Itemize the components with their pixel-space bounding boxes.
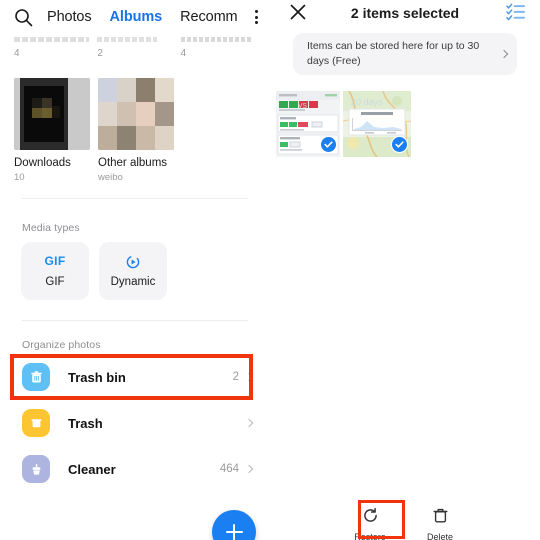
top-tab-bar: Photos Albums Recomm xyxy=(0,0,270,34)
chevron-right-icon xyxy=(244,372,254,382)
organize-row-trash-bin[interactable]: Trash bin 2 xyxy=(0,354,270,400)
trash-bin-icon xyxy=(22,363,50,391)
divider-organize xyxy=(22,320,248,321)
clipped-album-2[interactable]: 2 xyxy=(97,34,172,74)
chip-gif[interactable]: GIF GIF xyxy=(21,242,89,300)
organize-row-meta: 2 xyxy=(232,371,254,383)
select-all-checklist-icon[interactable] xyxy=(506,2,526,22)
restore-icon xyxy=(362,507,379,529)
selected-thumbnail-1[interactable]: ys xyxy=(276,91,340,157)
divider-media xyxy=(22,198,248,199)
album-count: 10 xyxy=(14,172,25,183)
album-card-other-albums[interactable]: Other albums weibo xyxy=(98,78,174,183)
bottom-action-bar: Restore Delete xyxy=(270,503,540,540)
album-thumbnail xyxy=(98,78,174,150)
chip-label: GIF xyxy=(45,276,65,288)
album-card-downloads[interactable]: Downloads 10 xyxy=(14,78,90,183)
trash-bin-selection-panel: 2 items selected Items can be stored her… xyxy=(270,0,540,540)
organize-label: Trash xyxy=(68,415,103,431)
clipped-album-1[interactable]: 4 xyxy=(14,34,90,74)
search-icon[interactable] xyxy=(14,8,33,27)
close-icon[interactable] xyxy=(288,2,308,22)
selection-header: 2 items selected xyxy=(270,0,540,26)
tab-photos[interactable]: Photos xyxy=(47,9,92,25)
more-options-icon[interactable] xyxy=(247,7,265,27)
app-root: Photos Albums Recomm 4 2 4 Downloads 10 … xyxy=(0,0,540,540)
cleaner-broom-icon xyxy=(22,455,50,483)
delete-label: Delete xyxy=(426,532,453,540)
restore-label: Restore xyxy=(354,532,386,540)
organize-row-cleaner[interactable]: Cleaner 464 xyxy=(0,446,270,492)
clipped-album-count: 4 xyxy=(14,48,20,59)
clipped-album-title xyxy=(180,37,253,42)
selected-thumbnails-row: ys 20 days xyxy=(276,91,411,157)
selected-thumbnail-2[interactable]: 20 days xyxy=(343,91,411,157)
delete-trash-icon xyxy=(432,507,449,529)
organize-count: 2 xyxy=(232,371,239,383)
clipped-album-title xyxy=(14,37,90,42)
organize-photos-list: Trash bin 2 Trash Cleaner 464 xyxy=(0,354,270,492)
organize-label: Trash bin xyxy=(68,369,126,385)
tab-albums[interactable]: Albums xyxy=(110,9,163,25)
add-plus-icon xyxy=(225,523,243,540)
clipped-album-row: 4 2 4 xyxy=(0,34,270,74)
album-source: weibo xyxy=(98,172,123,183)
album-grid: Downloads 10 Other albums weibo xyxy=(14,78,174,183)
chevron-right-icon xyxy=(499,49,509,59)
organize-row-meta: 464 xyxy=(219,463,254,475)
selected-check-icon[interactable] xyxy=(321,137,336,152)
clipped-album-title xyxy=(97,37,158,42)
organize-row-meta xyxy=(239,418,254,428)
media-type-chips: GIF GIF Dynamic xyxy=(21,242,167,300)
chip-label: Dynamic xyxy=(110,275,156,288)
album-name: Other albums xyxy=(98,157,168,169)
chip-dynamic[interactable]: Dynamic xyxy=(99,242,167,300)
storage-info-card[interactable]: Items can be stored here for up to 30 da… xyxy=(293,33,517,76)
add-album-fab[interactable] xyxy=(212,510,256,540)
trash-basket-icon xyxy=(22,409,50,437)
chevron-right-icon xyxy=(244,418,254,428)
chevron-right-icon xyxy=(244,464,254,474)
album-name: Downloads xyxy=(14,157,71,169)
dynamic-play-icon xyxy=(126,255,140,268)
delete-button[interactable]: Delete xyxy=(416,503,464,540)
gallery-albums-panel: Photos Albums Recomm 4 2 4 Downloads 10 … xyxy=(0,0,270,540)
clipped-album-3[interactable]: 4 xyxy=(180,34,256,74)
section-title-media-types: Media types xyxy=(22,222,80,234)
organize-row-trash[interactable]: Trash xyxy=(0,400,270,446)
clipped-album-count: 2 xyxy=(97,48,103,59)
restore-button[interactable]: Restore xyxy=(346,503,394,540)
album-thumbnail xyxy=(14,78,90,150)
tab-recommended[interactable]: Recomm xyxy=(180,9,237,25)
clipped-album-count: 4 xyxy=(180,48,187,59)
svg-text:20 days: 20 days xyxy=(351,97,383,107)
gif-icon: GIF xyxy=(44,254,66,268)
section-title-organize-photos: Organize photos xyxy=(22,339,101,351)
svg-text:ys: ys xyxy=(298,100,308,110)
organize-count: 464 xyxy=(219,463,239,475)
selected-check-icon[interactable] xyxy=(392,137,407,152)
organize-label: Cleaner xyxy=(68,461,116,477)
selection-title: 2 items selected xyxy=(350,5,460,21)
storage-info-text: Items can be stored here for up to 30 da… xyxy=(307,40,480,68)
